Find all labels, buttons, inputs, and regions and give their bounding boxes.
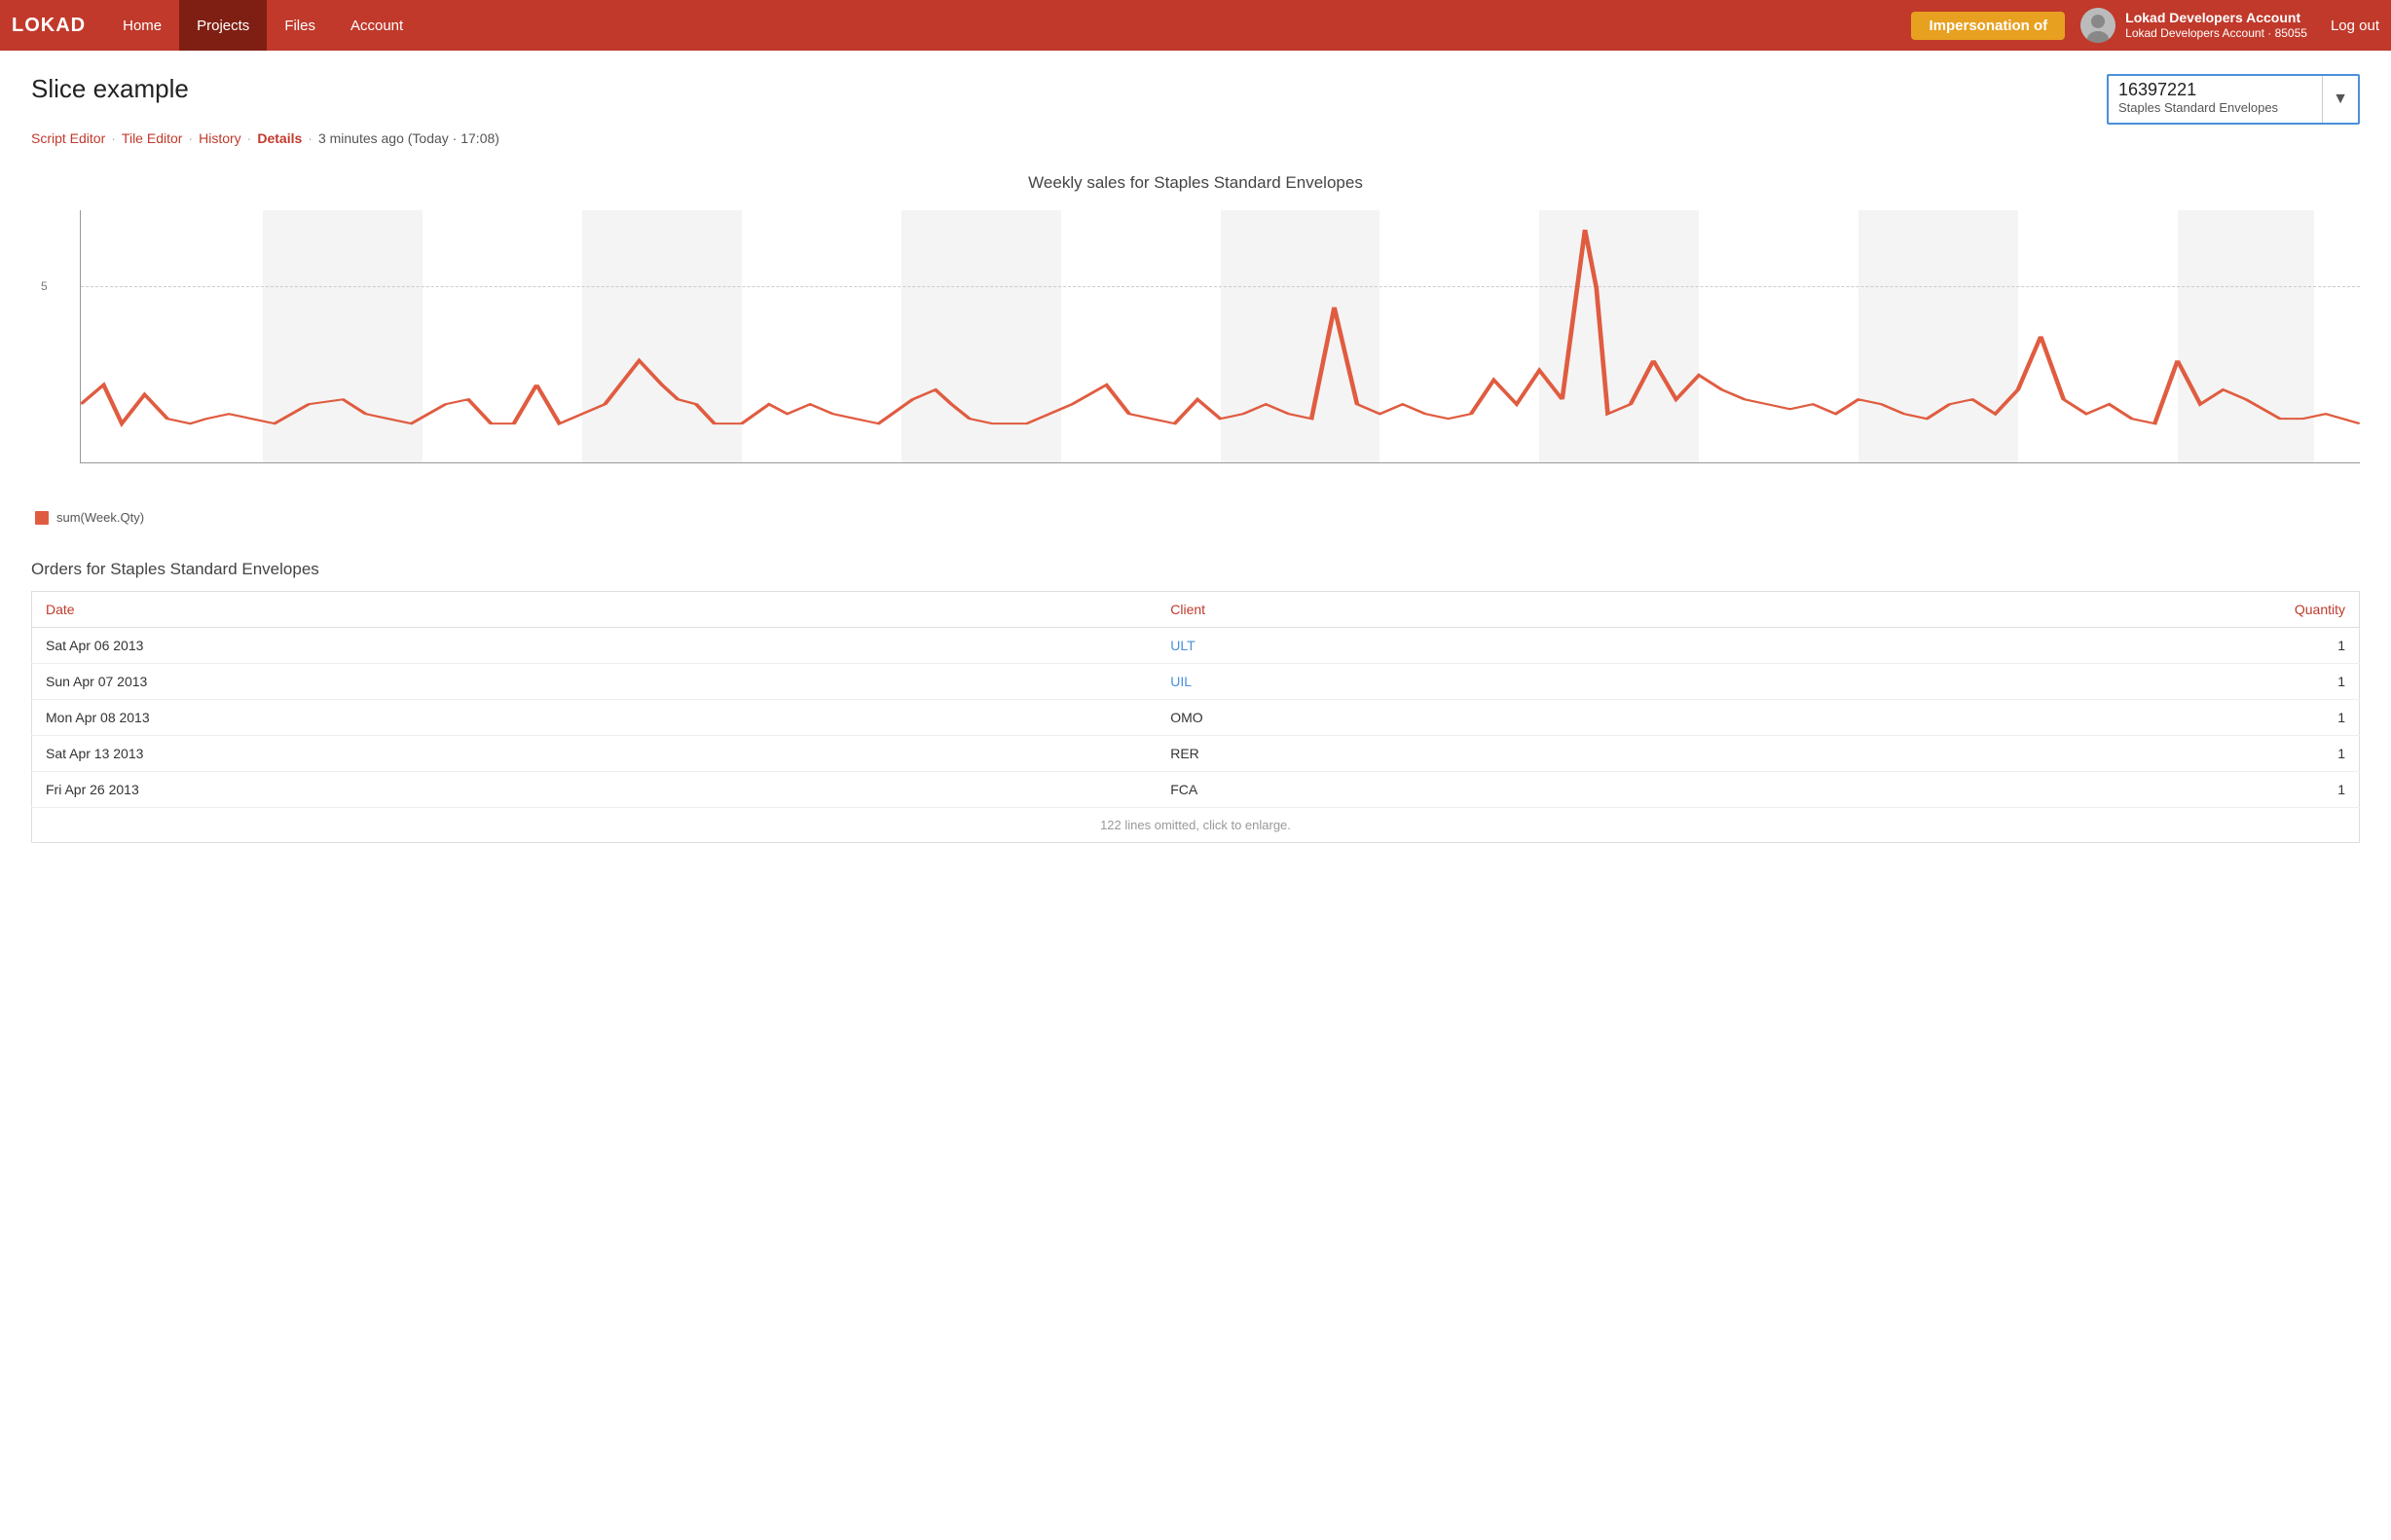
chart-title: Weekly sales for Staples Standard Envelo… — [31, 173, 2360, 193]
logout-button[interactable]: Log out — [2331, 18, 2379, 34]
nav-account[interactable]: Account — [333, 0, 421, 51]
row-0-client[interactable]: ULT — [1157, 628, 1688, 664]
bc-sep-3: · — [247, 130, 252, 146]
page-header: Slice example 16397221 Staples Standard … — [31, 74, 2360, 125]
row-1-client[interactable]: UIL — [1157, 664, 1688, 700]
col-client: Client — [1157, 592, 1688, 628]
bc-sep-2: · — [188, 130, 193, 146]
chart-svg — [81, 210, 2360, 462]
nav-links: Home Projects Files Account — [105, 0, 1895, 51]
item-id: 16397221 — [2118, 80, 2312, 100]
omit-row[interactable]: 122 lines omitted, click to enlarge. — [32, 808, 2360, 843]
user-section: Lokad Developers Account Lokad Developer… — [2080, 8, 2379, 43]
table-row: Mon Apr 08 2013 OMO 1 — [32, 700, 2360, 736]
orders-header-row: Date Client Quantity — [32, 592, 2360, 628]
table-row: Fri Apr 26 2013 FCA 1 — [32, 772, 2360, 808]
chart-inner: July 2013 2014 July — [80, 210, 2360, 463]
bc-sep-1: · — [111, 130, 116, 146]
nav-files[interactable]: Files — [267, 0, 333, 51]
row-1-date: Sun Apr 07 2013 — [32, 664, 1158, 700]
dropdown-content: 16397221 Staples Standard Envelopes — [2109, 76, 2322, 123]
chart-y-label: 5 — [41, 279, 48, 293]
table-row: Sun Apr 07 2013 UIL 1 — [32, 664, 2360, 700]
row-2-date: Mon Apr 08 2013 — [32, 700, 1158, 736]
avatar-icon — [2080, 8, 2115, 43]
dropdown-arrow[interactable]: ▼ — [2322, 76, 2358, 123]
orders-title: Orders for Staples Standard Envelopes — [31, 560, 2360, 579]
breadcrumb-history[interactable]: History — [199, 130, 241, 146]
breadcrumb: Script Editor · Tile Editor · History · … — [31, 130, 2360, 146]
table-row: Sat Apr 13 2013 RER 1 — [32, 736, 2360, 772]
chart-legend-label: sum(Week.Qty) — [56, 510, 144, 525]
chart-legend-color — [35, 511, 49, 525]
orders-section: Orders for Staples Standard Envelopes Da… — [31, 560, 2360, 843]
item-dropdown[interactable]: 16397221 Staples Standard Envelopes ▼ — [2107, 74, 2360, 125]
chart-container: 5 — [31, 210, 2360, 502]
navbar: LOKAD Home Projects Files Account Impers… — [0, 0, 2391, 51]
user-info: Lokad Developers Account Lokad Developer… — [2125, 9, 2307, 42]
row-2-client: OMO — [1157, 700, 1688, 736]
omit-text[interactable]: 122 lines omitted, click to enlarge. — [32, 808, 2360, 843]
breadcrumb-tile-editor[interactable]: Tile Editor — [122, 130, 183, 146]
row-1-qty: 1 — [1688, 664, 2360, 700]
nav-home[interactable]: Home — [105, 0, 179, 51]
row-4-qty: 1 — [1688, 772, 2360, 808]
nav-logo: LOKAD — [12, 15, 86, 37]
col-quantity: Quantity — [1688, 592, 2360, 628]
main-content: Slice example 16397221 Staples Standard … — [0, 51, 2391, 866]
row-0-qty: 1 — [1688, 628, 2360, 664]
row-3-qty: 1 — [1688, 736, 2360, 772]
bc-sep-4: · — [308, 130, 313, 146]
row-4-date: Fri Apr 26 2013 — [32, 772, 1158, 808]
chart-legend: sum(Week.Qty) — [31, 510, 2360, 525]
page-title: Slice example — [31, 74, 189, 104]
avatar — [2080, 8, 2115, 43]
breadcrumb-time: 3 minutes ago (Today · 17:08) — [318, 130, 499, 146]
orders-table: Date Client Quantity Sat Apr 06 2013 ULT… — [31, 591, 2360, 843]
row-3-client: RER — [1157, 736, 1688, 772]
col-date: Date — [32, 592, 1158, 628]
item-name: Staples Standard Envelopes — [2118, 100, 2312, 115]
orders-thead: Date Client Quantity — [32, 592, 2360, 628]
row-4-client: FCA — [1157, 772, 1688, 808]
impersonation-badge[interactable]: Impersonation of — [1911, 12, 2065, 40]
user-sub: Lokad Developers Account · 85055 — [2125, 26, 2307, 42]
chart-section: Weekly sales for Staples Standard Envelo… — [31, 173, 2360, 525]
orders-tbody: Sat Apr 06 2013 ULT 1 Sun Apr 07 2013 UI… — [32, 628, 2360, 843]
nav-projects[interactable]: Projects — [179, 0, 267, 51]
row-3-date: Sat Apr 13 2013 — [32, 736, 1158, 772]
table-row: Sat Apr 06 2013 ULT 1 — [32, 628, 2360, 664]
breadcrumb-details: Details — [257, 130, 302, 146]
row-0-date: Sat Apr 06 2013 — [32, 628, 1158, 664]
user-name: Lokad Developers Account — [2125, 9, 2307, 26]
row-2-qty: 1 — [1688, 700, 2360, 736]
breadcrumb-script-editor[interactable]: Script Editor — [31, 130, 105, 146]
